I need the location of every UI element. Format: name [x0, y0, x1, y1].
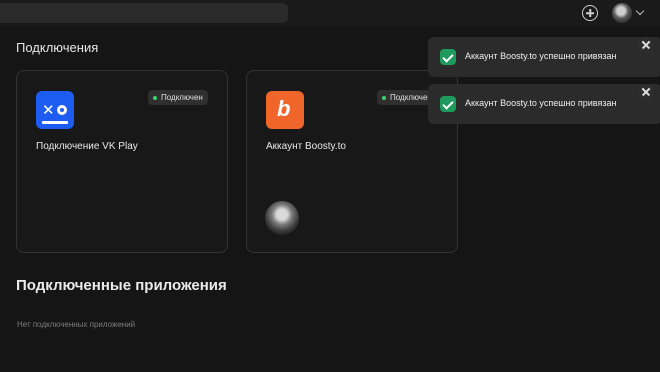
avatar — [265, 201, 299, 235]
top-bar — [0, 0, 660, 26]
card-title: Подключение VK Play — [36, 141, 138, 152]
section-title: Подключения — [16, 40, 99, 55]
chevron-down-icon[interactable] — [635, 6, 645, 16]
close-icon[interactable] — [638, 84, 654, 100]
avatar[interactable] — [612, 3, 632, 23]
status-badge: Подключен — [148, 90, 208, 105]
boosty-logo-icon: b — [266, 91, 304, 129]
vk-play-logo-icon: ✕ — [36, 91, 74, 129]
apps-section-title: Подключенные приложения — [16, 277, 227, 294]
notification-text: Аккаунт Boosty.to успешно привязан — [465, 51, 617, 61]
notification-text: Аккаунт Boosty.to успешно привязан — [465, 98, 617, 108]
card-title: Аккаунт Boosty.to — [266, 141, 346, 152]
vk-play-connection-card[interactable]: ✕ Подключен Подключение VK Play — [16, 70, 228, 253]
check-icon — [440, 96, 456, 112]
notification-toast: Аккаунт Boosty.to успешно привязан — [428, 84, 660, 124]
boosty-connection-card[interactable]: b Подключен Аккаунт Boosty.to — [246, 70, 458, 253]
close-icon[interactable] — [638, 37, 654, 53]
search-input[interactable] — [0, 3, 288, 23]
check-icon — [440, 49, 456, 65]
empty-state-text: Нет подключенных приложений — [17, 320, 136, 329]
add-icon[interactable] — [582, 5, 598, 21]
notification-toast: Аккаунт Boosty.to успешно привязан — [428, 37, 660, 77]
